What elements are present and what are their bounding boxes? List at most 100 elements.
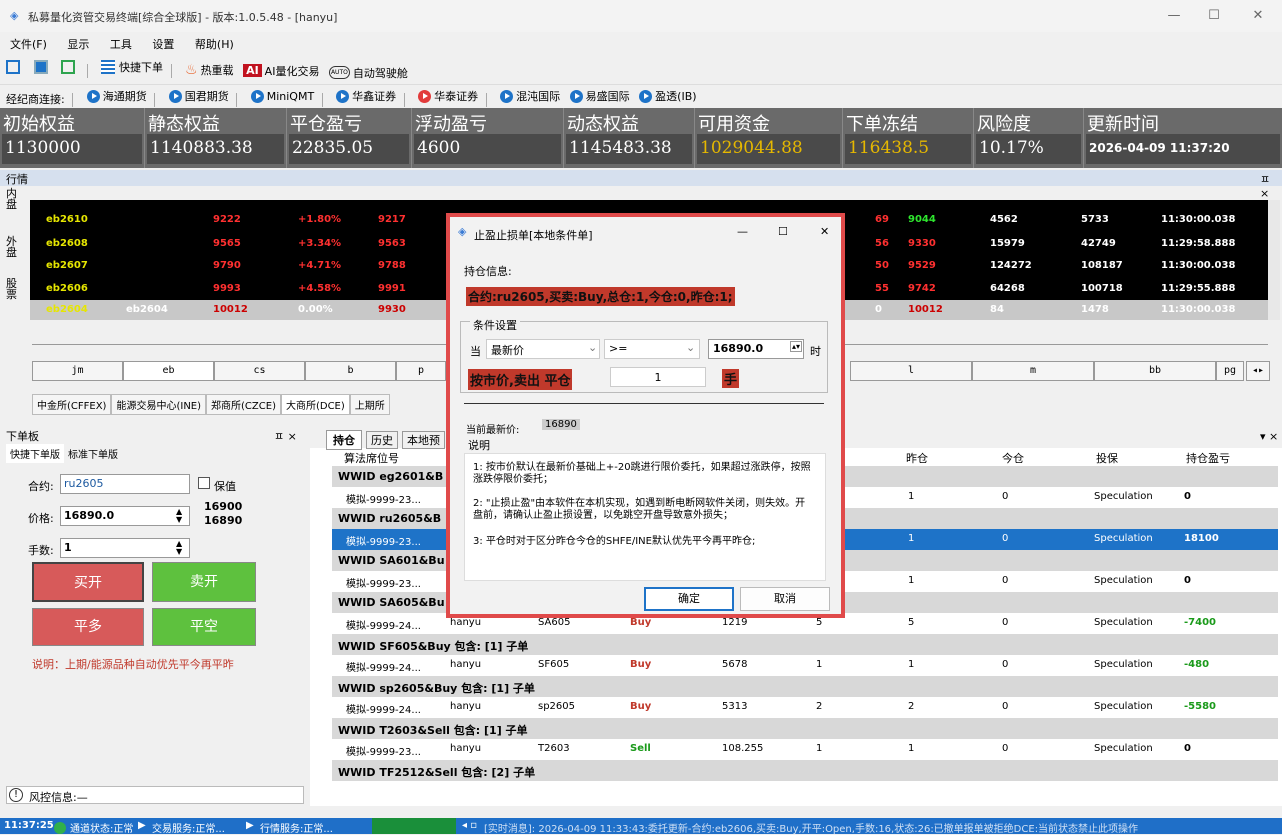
price-input[interactable]: 16890.0 bbox=[60, 506, 190, 526]
broker-miniqmt[interactable]: MiniQMT bbox=[250, 85, 314, 107]
cell-price: 1219 bbox=[722, 617, 748, 628]
cancel-button[interactable]: 取消 bbox=[740, 587, 830, 611]
tab-ine[interactable]: 能源交易中心(INE) bbox=[111, 394, 207, 415]
tab-foreign[interactable]: 外盘 bbox=[6, 236, 20, 258]
trigger-spin-icon[interactable]: ▴▾ bbox=[790, 341, 803, 352]
symbol-tab-selected[interactable]: eb bbox=[123, 361, 214, 381]
tab-shfe[interactable]: 上期所 bbox=[349, 394, 390, 415]
hedge-checkbox[interactable] bbox=[198, 477, 210, 489]
hot-reload-button[interactable]: ♨ 热重载 bbox=[185, 59, 234, 81]
cell-user: hanyu bbox=[450, 743, 482, 754]
cell-pnl: -7400 bbox=[1184, 617, 1216, 628]
broker-haitong[interactable]: 海通期货 bbox=[86, 85, 147, 107]
dialog-maximize-button[interactable]: ☐ bbox=[778, 225, 788, 238]
cell-yd: 1 bbox=[908, 533, 915, 544]
menu-file[interactable]: 文件(F) bbox=[0, 32, 54, 52]
ok-button[interactable]: 确定 bbox=[644, 587, 734, 611]
cell-td: 0 bbox=[1002, 533, 1009, 544]
grid-menu-icon[interactable]: ▾ × bbox=[1260, 430, 1278, 443]
panel-pin-close[interactable]: ㅍ × bbox=[274, 428, 297, 444]
menu-view[interactable]: 显示 bbox=[57, 32, 96, 52]
table-row[interactable]: 模拟-9999-23... hanyu T2603 Sell 108.255 1 1 0 Spe… bbox=[332, 739, 1278, 760]
action-label: 按市价,卖出 平仓 bbox=[468, 369, 573, 390]
broker-guojun[interactable]: 国君期货 bbox=[168, 85, 229, 107]
grid-icon[interactable] bbox=[61, 56, 79, 78]
table-row[interactable]: 模拟-9999-24... hanyu sp2605 Buy 5313 2 2 0 Specul… bbox=[332, 697, 1278, 718]
tab-czce[interactable]: 郑商所(CZCE) bbox=[206, 394, 281, 415]
group-row[interactable]: WWID T2603&Sell 包含: [1] 子单 bbox=[332, 718, 1278, 739]
dialog-minimize-button[interactable]: — bbox=[737, 225, 748, 238]
tab-quick-order[interactable]: 快捷下单版 bbox=[6, 444, 64, 463]
broker-ib[interactable]: 盈透(IB) bbox=[639, 85, 697, 107]
tab-local[interactable]: 本地预 bbox=[402, 431, 445, 449]
tab-domestic[interactable]: 内盘 bbox=[6, 188, 20, 210]
menu-settings[interactable]: 设置 bbox=[142, 32, 181, 52]
contract-input[interactable]: ru2605 bbox=[60, 474, 190, 494]
symbol-tab[interactable]: m bbox=[972, 361, 1094, 381]
order-tabs: 快捷下单版 标准下单版 bbox=[6, 444, 122, 463]
tab-positions[interactable]: 持仓 bbox=[326, 430, 362, 450]
group-row[interactable]: WWID SF605&Buy 包含: [1] 子单 bbox=[332, 634, 1278, 655]
broker-hundun[interactable]: 混沌国际 bbox=[500, 85, 560, 107]
monitor-icon[interactable] bbox=[33, 56, 52, 78]
symbol-tab[interactable]: bb bbox=[1094, 361, 1216, 381]
group-row[interactable]: WWID TF2512&Sell 包含: [2] 子单 bbox=[332, 760, 1278, 781]
desc-item: 2: "止损止盈"由本软件在本机实现，如遇到断电断网软件关闭，则失效。开盘前，请… bbox=[473, 498, 806, 521]
sell-open-button[interactable]: 卖开 bbox=[152, 562, 256, 602]
tab-dce[interactable]: 大商所(DCE) bbox=[280, 394, 350, 415]
account-cell: 动态权益 1145483.38 bbox=[564, 108, 695, 168]
cell-total: 2 bbox=[816, 701, 823, 712]
close-long-button[interactable]: 平多 bbox=[32, 608, 144, 646]
broker-huatai[interactable]: 华泰证券 bbox=[418, 85, 478, 107]
symbol-tab[interactable]: pg bbox=[1216, 361, 1244, 381]
broker-yisheng[interactable]: 易盛国际 bbox=[569, 85, 630, 107]
qty-input[interactable]: 1 bbox=[60, 538, 190, 558]
autopilot-button[interactable]: AUTO 自动驾驶舱 bbox=[328, 62, 408, 84]
panel-pin-close[interactable]: ㅍ × bbox=[1260, 171, 1282, 200]
table-row[interactable]: 模拟-9999-24... hanyu SF605 Buy 5678 1 1 0 Specula… bbox=[332, 655, 1278, 676]
symbol-tab[interactable]: cs bbox=[214, 361, 305, 381]
quote-name: eb2604 bbox=[126, 304, 168, 315]
group-label: WWID SA605&Bu bbox=[338, 596, 445, 609]
cell-td: 0 bbox=[1002, 491, 1009, 502]
price-spin-icon[interactable]: ▲ ▼ bbox=[176, 508, 182, 524]
tab-standard-order[interactable]: 标准下单版 bbox=[64, 444, 122, 463]
symbol-tab[interactable]: b bbox=[305, 361, 396, 381]
qty-spin-icon[interactable]: ▲ ▼ bbox=[176, 540, 182, 556]
quote-scrollbar[interactable] bbox=[1268, 200, 1280, 320]
col-hedge: 投保 bbox=[1096, 452, 1118, 465]
play-icon bbox=[336, 89, 350, 103]
when-label: 当 bbox=[470, 345, 481, 358]
close-short-button[interactable]: 平空 bbox=[152, 608, 256, 646]
group-row[interactable]: WWID sp2605&Buy 包含: [1] 子单 bbox=[332, 676, 1278, 697]
info-icon: ! bbox=[9, 788, 23, 802]
field-select[interactable]: 最新价 bbox=[486, 339, 600, 359]
layout-icon[interactable] bbox=[6, 56, 24, 78]
buy-open-button[interactable]: 买开 bbox=[32, 562, 144, 602]
last-price-label: 当前最新价: bbox=[466, 425, 520, 436]
menu-help[interactable]: 帮助(H) bbox=[185, 32, 241, 52]
risk-bar: ! 风控信息:— bbox=[6, 786, 304, 804]
ai-trade-button[interactable]: AI AI量化交易 bbox=[243, 60, 319, 82]
close-button[interactable]: ✕ bbox=[1240, 4, 1276, 28]
dialog-close-button[interactable]: ✕ bbox=[820, 225, 829, 238]
qty-field[interactable]: 1 bbox=[610, 367, 706, 387]
symbol-tab[interactable]: jm bbox=[32, 361, 123, 381]
maximize-button[interactable]: ☐ bbox=[1196, 4, 1232, 28]
scroll-arrows-icon[interactable]: ◂▸ bbox=[1246, 361, 1270, 381]
quote-panel-title: 行情 bbox=[6, 173, 28, 186]
cell-price: 108.255 bbox=[722, 743, 764, 754]
quote-open-interest: 1478 bbox=[1081, 304, 1109, 315]
cell-td: 0 bbox=[1002, 575, 1009, 586]
tab-stock[interactable]: 股票 bbox=[6, 278, 20, 300]
minimize-button[interactable]: — bbox=[1156, 4, 1192, 28]
symbol-tab[interactable]: l bbox=[850, 361, 972, 381]
broker-huaxin[interactable]: 华鑫证券 bbox=[336, 85, 396, 107]
quote-volume: 15979 bbox=[990, 238, 1025, 249]
quick-order-button[interactable]: 快捷下单 bbox=[101, 56, 163, 78]
symbol-tab[interactable]: p bbox=[396, 361, 446, 381]
tab-cffex[interactable]: 中金所(CFFEX) bbox=[32, 394, 112, 415]
menu-tools[interactable]: 工具 bbox=[100, 32, 139, 52]
scroll-left-icon[interactable]: ◂ ▫ bbox=[462, 820, 477, 831]
tab-history[interactable]: 历史 bbox=[366, 431, 398, 449]
